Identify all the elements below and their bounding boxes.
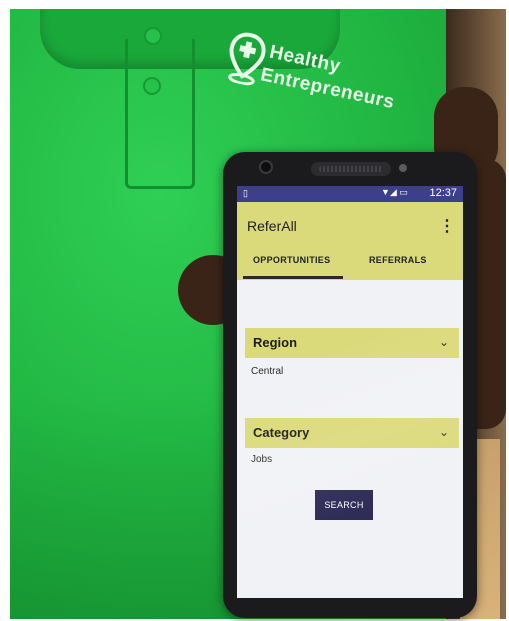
app-bar: ReferAll ⋮ OPPORTUNITIES REFERRALS bbox=[237, 202, 463, 280]
app-title: ReferAll bbox=[247, 218, 297, 234]
shirt-button-icon bbox=[143, 77, 161, 95]
chevron-down-icon: ⌄ bbox=[438, 425, 449, 439]
region-dropdown[interactable]: Region ⌄ bbox=[245, 328, 459, 358]
tab-referrals[interactable]: REFERRALS bbox=[369, 255, 427, 265]
shirt-placket bbox=[125, 39, 195, 189]
tab-opportunities[interactable]: OPPORTUNITIES bbox=[253, 255, 330, 265]
chevron-down-icon: ⌄ bbox=[438, 335, 449, 349]
category-dropdown[interactable]: Category ⌄ bbox=[245, 418, 459, 448]
proximity-sensor bbox=[399, 164, 407, 172]
sim-card-icon: ▯ bbox=[243, 188, 248, 198]
more-vert-icon[interactable]: ⋮ bbox=[439, 216, 455, 236]
front-camera-icon bbox=[259, 160, 273, 174]
shirt-shadow bbox=[10, 389, 240, 619]
earpiece bbox=[311, 162, 391, 176]
phone-screen: ▯ ▼◢ ▭ 12:37 ReferAll ⋮ OPPORTUNITIES RE… bbox=[237, 186, 463, 598]
region-label: Region bbox=[253, 335, 298, 350]
category-value: Jobs bbox=[251, 454, 273, 465]
status-bar: ▯ ▼◢ ▭ 12:37 bbox=[237, 186, 463, 202]
status-time: 12:37 bbox=[429, 187, 457, 199]
category-label: Category bbox=[253, 425, 310, 440]
smartphone: ▯ ▼◢ ▭ 12:37 ReferAll ⋮ OPPORTUNITIES RE… bbox=[223, 152, 477, 618]
search-button[interactable]: SEARCH bbox=[315, 490, 373, 520]
region-value: Central bbox=[251, 366, 284, 377]
signal-battery-icons: ▼◢ ▭ bbox=[381, 187, 408, 197]
shirt-button-icon bbox=[144, 27, 162, 45]
tab-indicator bbox=[243, 276, 343, 279]
